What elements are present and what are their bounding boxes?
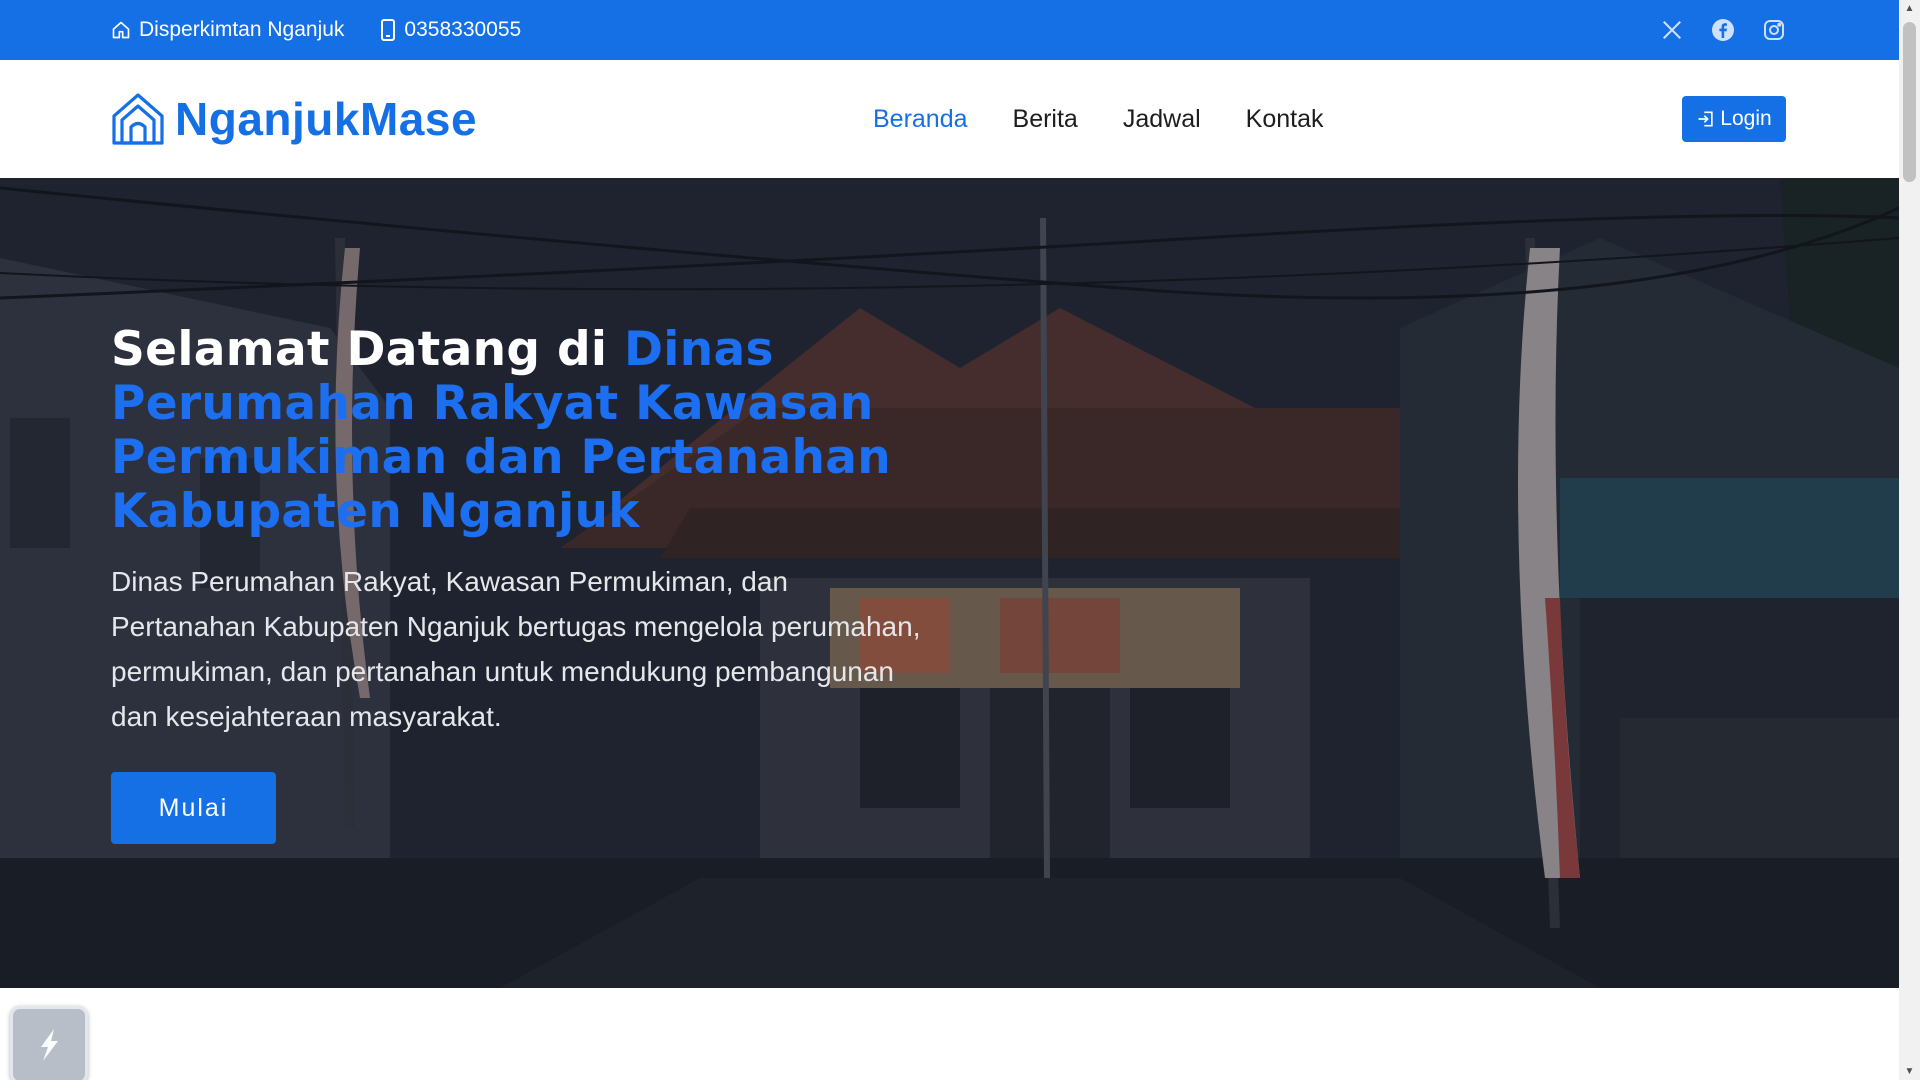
nav-item-kontak[interactable]: Kontak [1246, 105, 1324, 134]
contact-info: Disperkimtan Nganjuk 0358330055 [111, 0, 557, 60]
org-name: Disperkimtan Nganjuk [139, 18, 345, 41]
nav-item-beranda[interactable]: Beranda [873, 105, 968, 134]
floating-widget-button[interactable] [10, 1006, 88, 1080]
phone-icon [381, 19, 396, 41]
page: Disperkimtan Nganjuk 0358330055 NganjukM… [0, 0, 1899, 1080]
house-logo-icon [112, 93, 164, 145]
lightning-icon [41, 1029, 58, 1061]
hero-title: Selamat Datang di Dinas Perumahan Rakyat… [111, 323, 931, 539]
hero-title-prefix: Selamat Datang di [111, 322, 624, 377]
nav-item-jadwal[interactable]: Jadwal [1123, 105, 1201, 134]
brand-link[interactable]: NganjukMase [111, 60, 477, 178]
home-icon [112, 21, 130, 39]
brand-name: NganjukMase [175, 93, 478, 145]
hero-content: Selamat Datang di Dinas Perumahan Rakyat… [111, 323, 931, 739]
login-button[interactable]: Login [1682, 96, 1786, 142]
instagram-icon[interactable] [1761, 17, 1787, 43]
phone-number: 0358330055 [404, 18, 522, 41]
hero-section: Selamat Datang di Dinas Perumahan Rakyat… [0, 178, 1899, 988]
hero-description: Dinas Perumahan Rakyat, Kawasan Permukim… [111, 566, 921, 732]
scroll-up-icon[interactable]: ▲ [1899, 0, 1920, 17]
login-label: Login [1720, 107, 1772, 130]
scroll-down-icon[interactable]: ▼ [1899, 1063, 1920, 1080]
top-info-bar: Disperkimtan Nganjuk 0358330055 [0, 0, 1899, 60]
nav-item-berita[interactable]: Berita [1013, 105, 1078, 134]
x-twitter-icon[interactable] [1659, 17, 1685, 43]
facebook-icon[interactable] [1710, 17, 1736, 43]
org-info: Disperkimtan Nganjuk [111, 18, 344, 42]
scrollbar-thumb[interactable] [1903, 22, 1916, 182]
social-links [1634, 0, 1787, 60]
login-icon [1698, 111, 1713, 127]
main-navbar: NganjukMase Beranda Berita Jadwal Kontak… [0, 60, 1899, 178]
nav-menu: Beranda Berita Jadwal Kontak [873, 60, 1369, 178]
page-scrollbar[interactable]: ▲ ▼ [1899, 0, 1920, 1080]
phone-info: 0358330055 [380, 18, 521, 42]
start-button[interactable]: Mulai [111, 772, 276, 844]
